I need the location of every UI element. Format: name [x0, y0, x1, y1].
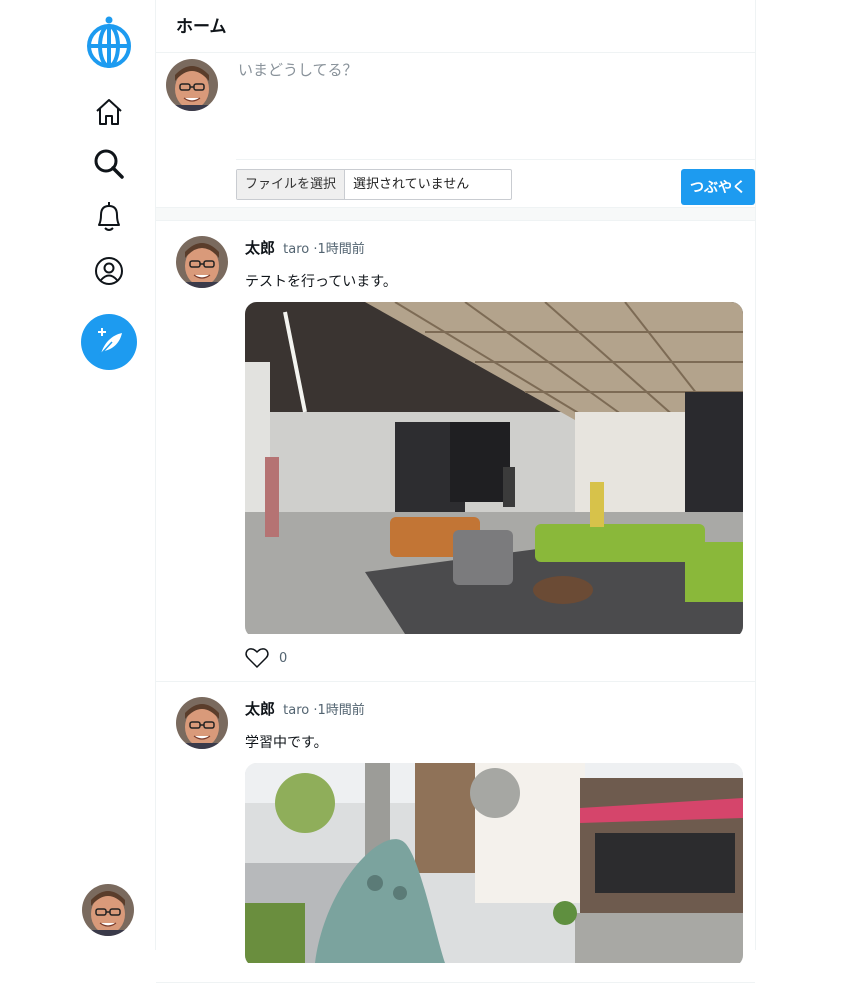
post-avatar[interactable]	[176, 236, 228, 288]
page-title: ホーム	[176, 17, 227, 37]
post-image[interactable]	[245, 302, 743, 638]
post-time: ·1時間前	[313, 242, 365, 257]
file-status-text: 選択されていません	[353, 177, 470, 192]
like-count: 0	[279, 650, 288, 666]
tweet-item[interactable]: 太郎 taro ·1時間前 テストを行っています。 0	[156, 221, 755, 682]
post-image[interactable]	[245, 763, 743, 967]
post-avatar[interactable]	[176, 697, 228, 749]
tweet-item[interactable]: 太郎 taro ·1時間前 学習中です。	[156, 682, 755, 983]
tweet-composer: いまどうしてる？ ファイルを選択 選択されていません つぶやく	[156, 53, 755, 208]
post-author-name[interactable]: 太郎	[245, 239, 275, 257]
like-area: 0	[245, 647, 287, 669]
post-text: テストを行っています。	[245, 274, 397, 290]
composer-avatar	[166, 59, 218, 111]
page-header: ホーム	[156, 0, 755, 53]
compose-feather-button[interactable]	[81, 314, 137, 370]
tweet-input[interactable]: いまどうしてる？	[238, 59, 358, 80]
file-select-button[interactable]: ファイルを選択	[237, 170, 346, 199]
post-handle: taro	[283, 242, 310, 257]
post-meta: 太郎 taro ·1時間前	[245, 237, 365, 258]
post-author-name[interactable]: 太郎	[245, 700, 275, 718]
post-time: ·1時間前	[313, 703, 365, 718]
feather-icon	[98, 328, 122, 356]
section-divider	[156, 208, 755, 221]
composer-divider	[236, 159, 755, 160]
sidebar	[0, 0, 155, 950]
tweet-submit-button[interactable]: つぶやく	[681, 169, 755, 205]
post-handle: taro	[283, 703, 310, 718]
main-timeline: ホーム いまどうしてる？ ファイルを選択 選択されていません つぶやく 太郎 t…	[155, 0, 756, 983]
heart-icon[interactable]	[245, 647, 269, 669]
sidebar-avatar[interactable]	[82, 884, 134, 936]
post-meta: 太郎 taro ·1時間前	[245, 698, 365, 719]
file-input[interactable]: ファイルを選択 選択されていません	[236, 169, 512, 200]
post-text: 学習中です。	[245, 735, 328, 751]
